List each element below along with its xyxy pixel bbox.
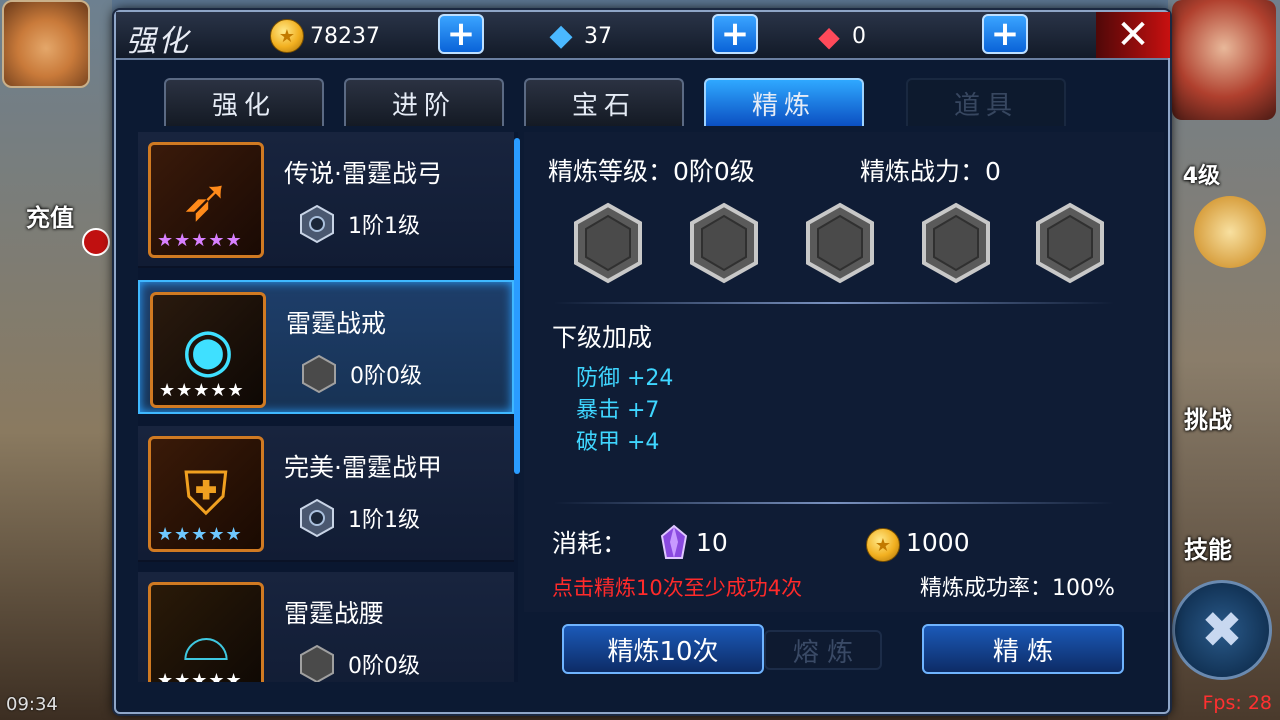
rank-badge-icon bbox=[300, 204, 334, 244]
add-gold-button[interactable]: + bbox=[438, 14, 484, 54]
gold-coin-icon: ★ bbox=[270, 19, 304, 53]
tab-gem[interactable]: 宝石 bbox=[524, 78, 684, 126]
player-avatar[interactable] bbox=[2, 0, 90, 88]
next-bonus-title: 下级加成 bbox=[552, 323, 653, 352]
item-level: 0阶0级 bbox=[298, 644, 420, 682]
item-level: 1阶1级 bbox=[298, 204, 420, 244]
item-level-text: 1阶1级 bbox=[348, 214, 420, 239]
refine-slot-icon bbox=[690, 202, 758, 284]
refine-slot-icon bbox=[1036, 202, 1104, 284]
refine-level: 精炼等级：0阶0级 bbox=[548, 157, 755, 186]
panel-topbar: 强化 ★ 78237 + ◆ 37 + ◆ 0 + ✕ bbox=[116, 12, 1170, 60]
star-rating: ★★★★★ bbox=[157, 524, 243, 545]
fps-counter: Fps: 28 bbox=[1202, 692, 1272, 714]
star-rating: ★★★★★ bbox=[157, 230, 243, 251]
refine-pane: 精炼等级：0阶0级 精炼战力：0 下级加成 防御 +24 暴击 +7 破甲 +4 bbox=[524, 132, 1164, 612]
list-item[interactable]: ➶ ★★★★★ 传说·雷霆战弓 1阶1级 bbox=[138, 132, 514, 268]
list-scrollbar[interactable] bbox=[514, 138, 520, 474]
belt-icon: ⌓ ★★★★★ bbox=[148, 582, 264, 682]
item-level-text: 1阶1级 bbox=[348, 508, 420, 533]
challenge-label[interactable]: 挑战 bbox=[1184, 400, 1232, 435]
divider bbox=[554, 502, 1114, 504]
item-level-text: 0阶0级 bbox=[348, 654, 420, 679]
refine-slot-icon bbox=[806, 202, 874, 284]
red-gem-amount: 0 bbox=[852, 23, 866, 49]
diamond-display: ◆ 37 bbox=[544, 16, 612, 56]
bonus-crit: 暴击 +7 bbox=[576, 398, 660, 423]
tab-refine[interactable]: 精炼 bbox=[704, 78, 864, 126]
red-gem-display: ◆ 0 bbox=[812, 16, 866, 56]
diamond-icon: ◆ bbox=[549, 18, 573, 53]
item-level: 1阶1级 bbox=[298, 498, 420, 538]
add-diamond-button[interactable]: + bbox=[712, 14, 758, 54]
armor-icon: ⛨ ★★★★★ bbox=[148, 436, 264, 552]
success-rate: 精炼成功率：100% bbox=[920, 576, 1115, 601]
notification-dot bbox=[82, 228, 110, 256]
refine-ten-button[interactable]: 精炼10次 bbox=[562, 624, 764, 674]
smelt-button[interactable]: 熔 炼 bbox=[764, 630, 882, 670]
panel-title: 强化 bbox=[126, 24, 190, 59]
ring-icon: ◉ ★★★★★ bbox=[150, 292, 266, 408]
refine-hint: 点击精炼10次至少成功4次 bbox=[552, 576, 803, 600]
rank-badge-icon bbox=[302, 354, 336, 394]
refine-slot-icon bbox=[922, 202, 990, 284]
star-rating: ★★★★★ bbox=[157, 670, 243, 682]
right-level-label: 4级 bbox=[1182, 164, 1220, 189]
list-item[interactable]: ⌓ ★★★★★ 雷霆战腰 0阶0级 bbox=[138, 572, 514, 682]
cost-label: 消耗： bbox=[552, 529, 628, 558]
list-item[interactable]: ⛨ ★★★★★ 完美·雷霆战甲 1阶1级 bbox=[138, 426, 514, 562]
rank-badge-icon bbox=[300, 644, 334, 682]
refine-power: 精炼战力：0 bbox=[860, 157, 1001, 186]
rank-badge-icon bbox=[300, 498, 334, 538]
close-icon: ✕ bbox=[1116, 12, 1150, 58]
item-name: 雷霆战戒 bbox=[286, 309, 387, 338]
gold-cost: 1000 bbox=[906, 528, 970, 557]
tab-advance[interactable]: 进阶 bbox=[344, 78, 504, 126]
left-side-scene bbox=[0, 0, 112, 720]
item-name: 雷霆战腰 bbox=[284, 599, 385, 628]
gold-coin-icon: ★ bbox=[866, 528, 900, 562]
chat-icon[interactable] bbox=[1194, 196, 1266, 268]
tab-enhance[interactable]: 强化 bbox=[164, 78, 324, 126]
tab-items[interactable]: 道具 bbox=[906, 78, 1066, 126]
gold-amount: 78237 bbox=[310, 23, 380, 49]
diamond-amount: 37 bbox=[584, 23, 612, 49]
crossed-swords-icon[interactable]: ✖ bbox=[1172, 580, 1272, 680]
gold-display: ★ 78237 bbox=[270, 16, 380, 56]
crystal-icon bbox=[660, 524, 688, 559]
bonus-armor-pen: 破甲 +4 bbox=[576, 430, 660, 455]
item-name: 传说·雷霆战弓 bbox=[284, 159, 442, 188]
close-button[interactable]: ✕ bbox=[1096, 12, 1170, 58]
item-level: 0阶0级 bbox=[300, 354, 422, 394]
divider bbox=[554, 302, 1114, 304]
clock: 09:34 bbox=[6, 694, 58, 715]
bonus-defense: 防御 +24 bbox=[576, 366, 674, 391]
item-level-text: 0阶0级 bbox=[350, 364, 422, 389]
enhance-panel: 强化 ★ 78237 + ◆ 37 + ◆ 0 + ✕ 强化 进阶 宝石 精炼 … bbox=[114, 10, 1170, 714]
red-gem-icon: ◆ bbox=[818, 19, 840, 53]
crystal-cost: 10 bbox=[696, 528, 728, 557]
add-red-gem-button[interactable]: + bbox=[982, 14, 1028, 54]
recharge-label[interactable]: 充值 bbox=[26, 198, 74, 233]
equipment-list[interactable]: ➶ ★★★★★ 传说·雷霆战弓 1阶1级 ◉ ★★★★★ 雷霆战戒 0阶0级 ⛨… bbox=[138, 132, 518, 682]
companion-portrait[interactable] bbox=[1172, 0, 1276, 120]
skill-label[interactable]: 技能 bbox=[1184, 530, 1232, 565]
star-rating: ★★★★★ bbox=[159, 380, 245, 401]
item-name: 完美·雷霆战甲 bbox=[284, 453, 442, 482]
refine-slot-icon bbox=[574, 202, 642, 284]
refine-button[interactable]: 精 炼 bbox=[922, 624, 1124, 674]
bow-icon: ➶ ★★★★★ bbox=[148, 142, 264, 258]
list-item[interactable]: ◉ ★★★★★ 雷霆战戒 0阶0级 bbox=[138, 280, 514, 414]
